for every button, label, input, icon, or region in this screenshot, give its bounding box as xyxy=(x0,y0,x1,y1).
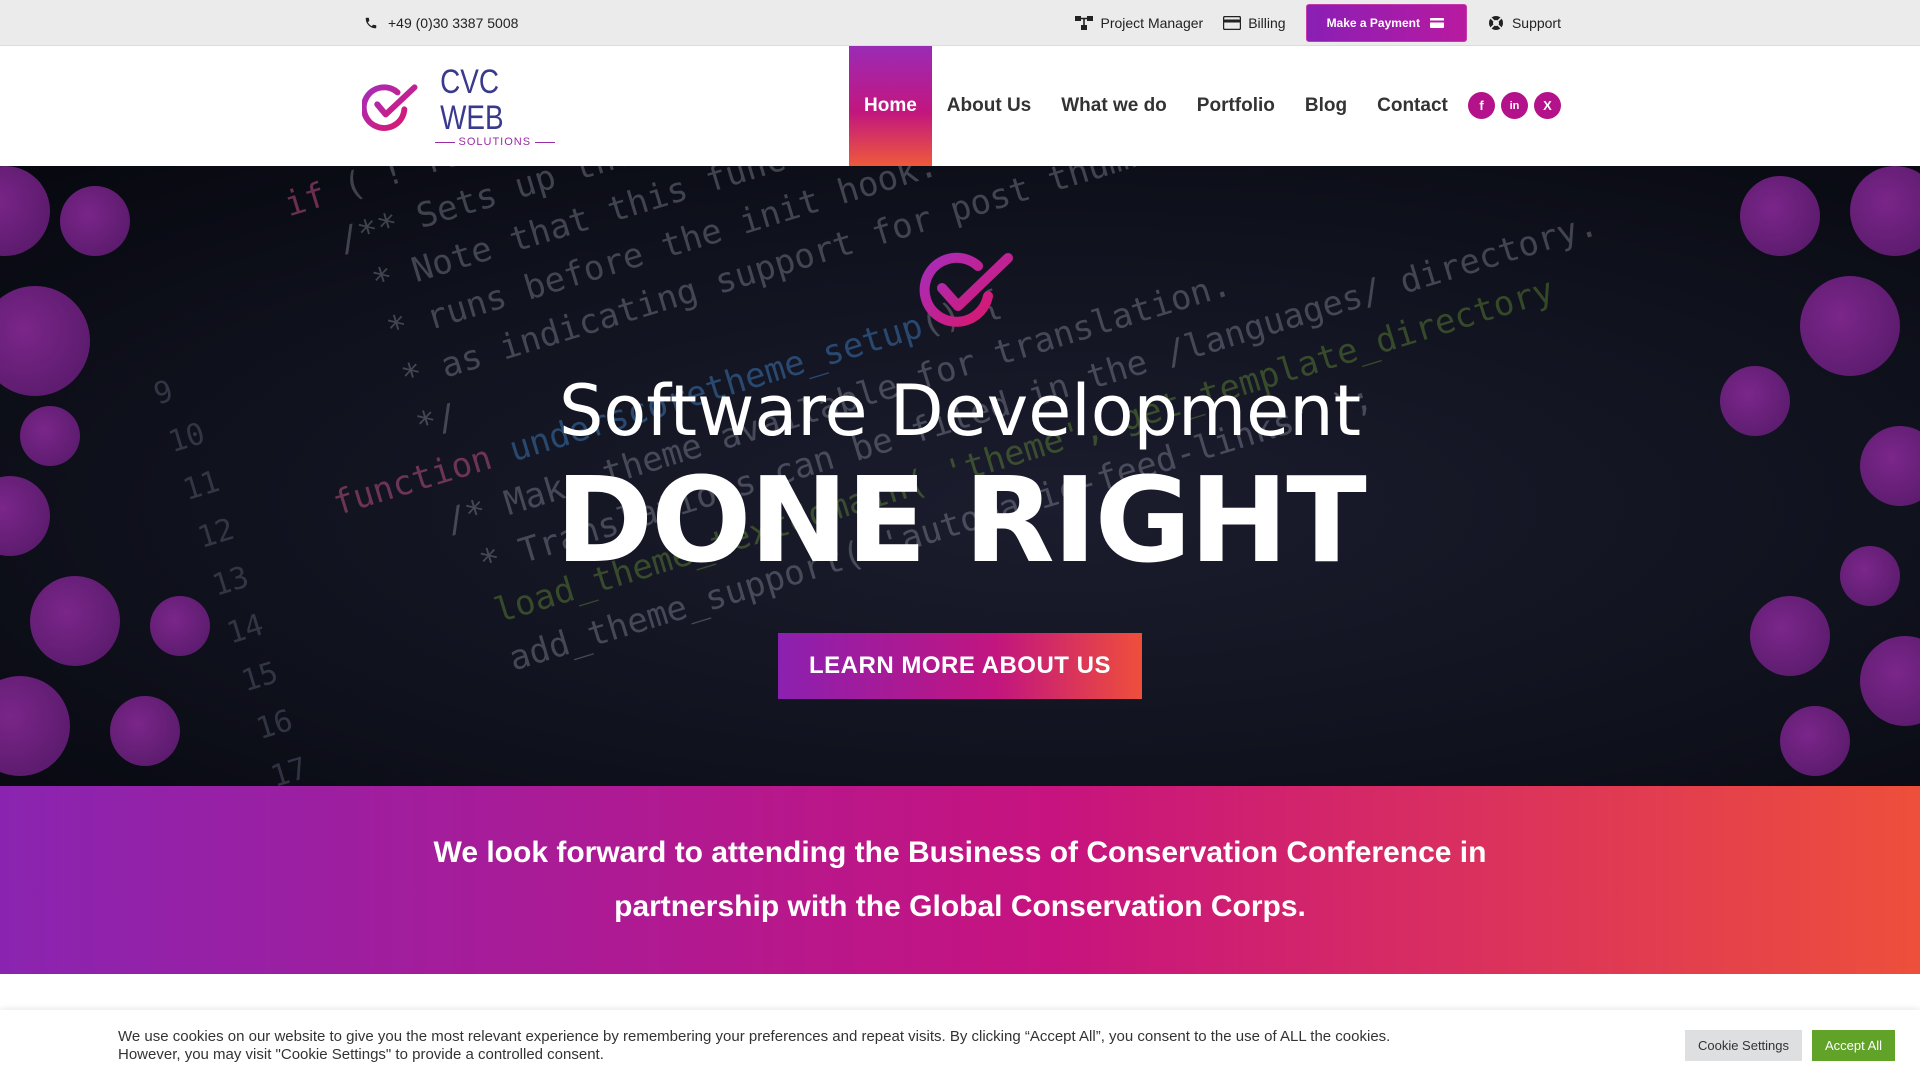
nav-what-we-do[interactable]: What we do xyxy=(1046,46,1182,166)
phone-number: +49 (0)30 3387 5008 xyxy=(388,15,519,31)
facebook-icon[interactable]: f xyxy=(1468,92,1495,119)
project-manager-link[interactable]: Project Manager xyxy=(1075,14,1203,32)
project-manager-label: Project Manager xyxy=(1100,15,1204,31)
billing-label: Billing xyxy=(1248,15,1286,31)
hero-title-line2: DONE RIGHT xyxy=(555,451,1367,589)
top-bar: +49 (0)30 3387 5008 Project Manager Bill… xyxy=(0,0,1920,46)
accept-all-button[interactable]: Accept All xyxy=(1812,1030,1895,1061)
make-payment-label: Make a Payment xyxy=(1326,16,1420,30)
card-icon xyxy=(1428,14,1446,32)
sitemap-icon xyxy=(1075,14,1094,32)
hero-content: Software Development DONE RIGHT LEARN MO… xyxy=(0,166,1920,786)
support-label: Support xyxy=(1511,15,1561,31)
nav-blog[interactable]: Blog xyxy=(1290,46,1362,166)
hero-logo-check-icon xyxy=(919,252,1013,327)
site-logo[interactable]: CVC WEB SOLUTIONS xyxy=(362,64,562,148)
logo-check-icon xyxy=(362,84,418,131)
hero-title-line1: Software Development xyxy=(558,370,1362,452)
cookie-consent-text: We use cookies on our website to give yo… xyxy=(118,1028,1391,1063)
nav-contact[interactable]: Contact xyxy=(1362,46,1463,166)
x-icon[interactable]: X xyxy=(1534,92,1561,119)
credit-card-icon xyxy=(1223,14,1242,32)
support-link[interactable]: Support xyxy=(1487,14,1561,32)
nav-portfolio[interactable]: Portfolio xyxy=(1182,46,1290,166)
learn-more-button[interactable]: LEARN MORE ABOUT US xyxy=(778,633,1142,699)
logo-sub-text: SOLUTIONS xyxy=(434,136,556,148)
site-header: CVC WEB SOLUTIONS Home About Us What we … xyxy=(0,46,1920,166)
announcement-banner: We look forward to attending the Busines… xyxy=(0,786,1920,974)
social-links: f in X xyxy=(1468,92,1561,119)
make-payment-button[interactable]: Make a Payment xyxy=(1305,4,1467,42)
lifebuoy-icon xyxy=(1487,14,1505,32)
hero-section: 9 10 11 12 13 14 15 16 17 18 if ( ! fun … xyxy=(0,166,1920,786)
phone-contact[interactable]: +49 (0)30 3387 5008 xyxy=(362,0,518,46)
nav-about-us[interactable]: About Us xyxy=(932,46,1046,166)
logo-sub-label: SOLUTIONS xyxy=(458,136,532,148)
nav-home[interactable]: Home xyxy=(849,46,932,166)
logo-main-text: CVC WEB xyxy=(439,63,504,137)
cookie-settings-button[interactable]: Cookie Settings xyxy=(1685,1030,1802,1061)
cookie-consent-bar: We use cookies on our website to give yo… xyxy=(0,1010,1920,1080)
billing-link[interactable]: Billing xyxy=(1223,14,1286,32)
announcement-text: We look forward to attending the Busines… xyxy=(433,836,1487,923)
linkedin-icon[interactable]: in xyxy=(1501,92,1528,119)
main-nav: Home About Us What we do Portfolio Blog … xyxy=(849,46,1463,166)
phone-icon xyxy=(362,14,380,32)
